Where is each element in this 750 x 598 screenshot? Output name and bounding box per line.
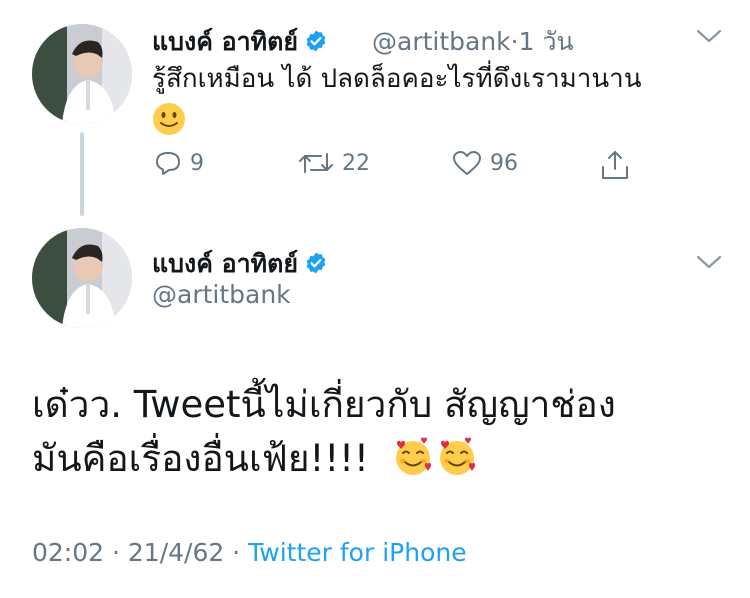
profile-photo [32,24,132,124]
avatar[interactable] [32,24,132,124]
chevron-down-icon[interactable] [696,28,722,44]
heart-icon [453,151,481,175]
tweet-text: เด๋วว. Tweetนี้ไม่เกี่ยวกับ สัญญาช่อง มั… [32,378,732,486]
reply-count: 9 [190,150,204,176]
profile-photo [32,228,132,328]
thread-connector-line [80,132,84,216]
verified-badge-icon [306,252,326,274]
separator: · [112,538,120,567]
tweet-meta: @artitbank·1 วัน [372,22,574,62]
retweet-icon [299,153,333,173]
like-count: 96 [490,150,518,176]
handle[interactable]: @artitbank [372,27,511,56]
separator: · [510,27,519,56]
retweet-count: 22 [342,150,370,176]
share-icon[interactable] [600,149,630,181]
tweet-time[interactable]: 02:02 [32,538,104,567]
handle[interactable]: @artitbank [152,280,291,309]
tweet-text-line: รู้สึกเหมือน ได้ ปลดล็อคอะไรที่ดึงเรามาน… [152,64,642,94]
tweet-text-line: เด๋วว. Tweetนี้ไม่เกี่ยวกับ สัญญาช่อง [32,383,616,426]
avatar[interactable] [32,228,132,328]
chevron-down-icon[interactable] [696,254,722,270]
smiling-face-with-hearts-icon [439,437,475,475]
tweet-text: รู้สึกเหมือน ได้ ปลดล็อคอะไรที่ดึงเรามาน… [152,60,732,136]
tweet-metadata: 02:02 · 21/4/62 · Twitter for iPhone [32,538,467,567]
like-button[interactable]: 96 [452,150,518,176]
separator: · [232,538,241,567]
tweet-date[interactable]: 21/4/62 [128,538,224,567]
display-name[interactable]: แบงค์ อาทิตย์ [152,244,328,284]
display-name[interactable]: แบงค์ อาทิตย์ [152,22,328,62]
reply-icon [156,152,180,175]
smiling-face-with-hearts-icon [395,437,431,475]
tweet-text-line-2: มันคือเรื่องอื่นเฟ้ย!!!! [32,432,732,486]
verified-badge-icon [306,30,326,52]
tweet-source-link[interactable]: Twitter for iPhone [248,538,466,567]
retweet-button[interactable]: 22 [298,150,370,176]
timestamp[interactable]: 1 วัน [519,27,574,56]
slightly-smiling-face-emoji-icon [153,102,185,135]
reply-button[interactable]: 9 [154,150,204,176]
